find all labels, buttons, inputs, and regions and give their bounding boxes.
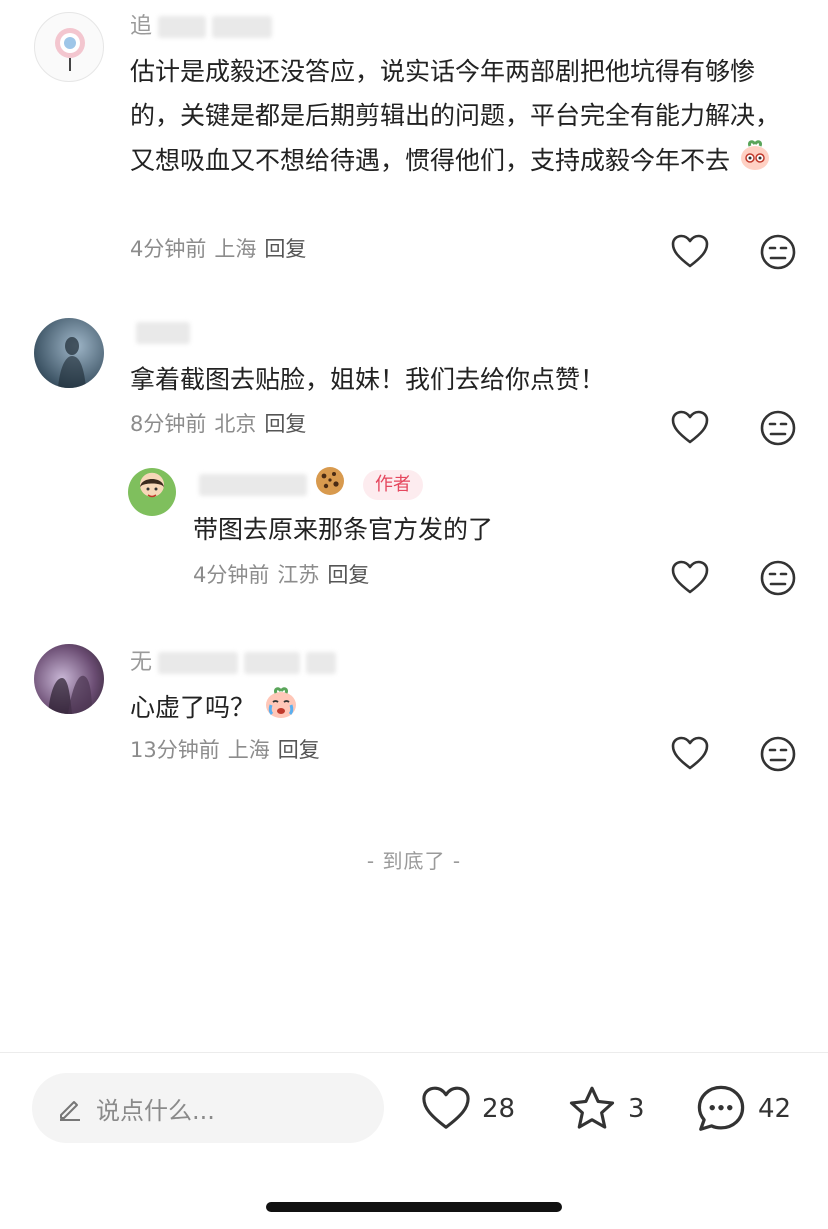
meh-face-icon — [760, 736, 796, 772]
end-of-list-text: - 到底了 - — [366, 849, 462, 873]
comment-text: 估计是成毅还没答应，说实话今年两部剧把他坑得有够惨的，关键是都是后期剪辑出的问题… — [130, 50, 800, 186]
comment-item: 拿着截图去贴脸，姐妹！我们去给你点赞！ 8分钟前 北京 回复 作者 带图去原来那… — [0, 300, 828, 620]
comment-body: 带图去原来那条官方发的了 — [193, 515, 494, 544]
home-indicator[interactable] — [266, 1202, 562, 1212]
pencil-icon — [56, 1094, 84, 1122]
like-post-button[interactable]: 28 — [420, 1083, 515, 1135]
comment-text: 带图去原来那条官方发的了 — [193, 508, 793, 552]
avatar[interactable] — [34, 644, 104, 714]
comment-input-placeholder: 说点什么... — [96, 1096, 215, 1125]
cookie-emoji-icon — [313, 464, 347, 507]
comment-meta: 13分钟前 上海 回复 — [130, 735, 320, 765]
heart-icon — [671, 410, 709, 444]
avatar[interactable] — [34, 12, 104, 82]
like-count: 28 — [482, 1094, 516, 1124]
comment-text: 心虚了吗？ — [130, 684, 800, 734]
blurred-name — [212, 16, 273, 38]
username[interactable]: 追 — [130, 12, 273, 42]
timestamp: 13分钟前 — [130, 738, 220, 762]
heart-icon — [671, 234, 709, 268]
comment-body: 拿着截图去贴脸，姐妹！我们去给你点赞！ — [130, 365, 606, 394]
location: 江苏 — [277, 563, 320, 587]
reply-button[interactable]: 回复 — [278, 735, 320, 765]
comment-meta: 8分钟前 北京 回复 — [130, 409, 306, 439]
timestamp: 8分钟前 — [130, 412, 207, 436]
comment-count: 42 — [758, 1094, 792, 1124]
like-button[interactable] — [670, 734, 710, 774]
meh-face-icon — [760, 234, 796, 270]
comment-body: 估计是成毅还没答应，说实话今年两部剧把他坑得有够惨的，关键是都是后期剪辑出的问题… — [130, 57, 781, 175]
silhouette-avatar-image — [58, 337, 86, 388]
blurred-name — [199, 474, 307, 496]
girl-avatar-image — [140, 479, 164, 498]
avatar[interactable] — [128, 468, 176, 516]
comments-button[interactable]: 42 — [694, 1083, 791, 1135]
heart-icon — [422, 1086, 470, 1129]
blurred-name — [306, 652, 337, 674]
comment-item: 追 估计是成毅还没答应，说实话今年两部剧把他坑得有够惨的，关键是都是后期剪辑出的… — [0, 0, 828, 290]
like-button[interactable] — [670, 232, 710, 272]
timestamp: 4分钟前 — [130, 237, 207, 261]
star-count: 3 — [628, 1094, 645, 1124]
comment-item: 无 心虚了吗？ 13分钟前 上海 回复 — [0, 630, 828, 790]
location: 上海 — [214, 237, 257, 261]
location: 北京 — [214, 412, 257, 436]
lollipop-avatar-image — [55, 28, 85, 71]
like-button[interactable] — [670, 558, 710, 598]
blurred-name — [158, 652, 239, 674]
heart-icon — [671, 736, 709, 770]
meh-face-icon — [760, 560, 796, 596]
chat-bubble-icon — [697, 1085, 745, 1131]
timestamp: 4分钟前 — [193, 563, 270, 587]
avatar[interactable] — [34, 318, 104, 388]
location: 上海 — [227, 738, 270, 762]
username[interactable]: 无 — [130, 648, 337, 678]
comment-input[interactable]: 说点什么... — [32, 1073, 384, 1143]
heart-icon — [671, 560, 709, 594]
reply-button[interactable]: 回复 — [264, 234, 306, 264]
reply-button[interactable]: 回复 — [264, 409, 306, 439]
blurred-name — [136, 322, 190, 344]
comment-text: 拿着截图去贴脸，姐妹！我们去给你点赞！ — [130, 358, 800, 402]
comment-meta: 4分钟前 江苏 回复 — [193, 560, 369, 590]
blurred-name — [158, 16, 207, 38]
dislike-button[interactable] — [758, 558, 798, 598]
illustration-avatar-image — [48, 675, 92, 714]
blurred-name — [244, 652, 301, 674]
favorite-button[interactable]: 3 — [566, 1083, 645, 1135]
dislike-button[interactable] — [758, 734, 798, 774]
username[interactable] — [130, 318, 190, 348]
comment-meta: 4分钟前 上海 回复 — [130, 234, 306, 264]
username[interactable]: 作者 — [193, 466, 423, 500]
reply-button[interactable]: 回复 — [327, 560, 369, 590]
crying-peach-emoji-icon — [263, 684, 299, 734]
like-button[interactable] — [670, 408, 710, 448]
author-badge: 作者 — [363, 470, 423, 500]
dislike-button[interactable] — [758, 232, 798, 272]
comment-body: 心虚了吗？ — [130, 693, 256, 722]
meh-face-icon — [760, 410, 796, 446]
star-icon — [569, 1086, 615, 1129]
username-text: 追 — [130, 14, 153, 39]
username-text: 无 — [130, 650, 153, 675]
peach-emoji-icon — [738, 138, 772, 186]
dislike-button[interactable] — [758, 408, 798, 448]
